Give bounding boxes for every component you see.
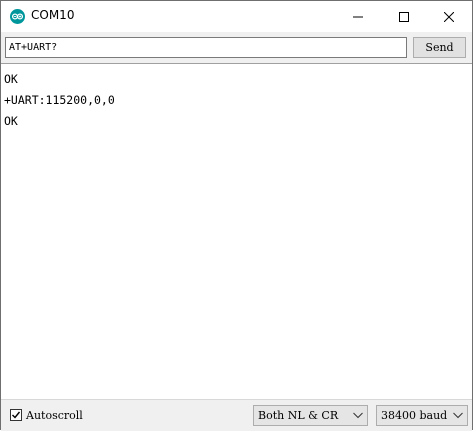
baud-rate-value: 38400 baud (381, 409, 448, 422)
serial-output[interactable]: OK +UART:115200,0,0 OK (1, 63, 472, 399)
maximize-button[interactable] (381, 1, 427, 32)
window-title: COM10 (31, 8, 75, 22)
autoscroll-toggle[interactable]: Autoscroll (10, 408, 83, 422)
minimize-icon (353, 16, 363, 17)
output-line: OK (4, 114, 18, 128)
close-icon (444, 11, 454, 22)
checkmark-icon (12, 411, 21, 419)
close-button[interactable] (426, 1, 472, 32)
minimize-button[interactable] (335, 1, 381, 32)
line-ending-select[interactable]: Both NL & CR (253, 405, 368, 426)
output-line: +UART:115200,0,0 (4, 93, 115, 107)
maximize-icon (399, 11, 409, 22)
output-line: OK (4, 72, 18, 86)
chevron-down-icon (453, 412, 463, 419)
send-bar: Send (1, 32, 472, 63)
title-bar[interactable]: COM10 (1, 1, 472, 32)
command-input[interactable] (5, 37, 407, 58)
baud-rate-select[interactable]: 38400 baud (376, 405, 468, 426)
line-ending-value: Both NL & CR (258, 409, 339, 422)
arduino-logo-icon (10, 9, 25, 24)
footer-bar: Autoscroll Both NL & CR 38400 baud (1, 399, 472, 431)
chevron-down-icon (353, 412, 363, 419)
serial-monitor-window: COM10 Send OK +UART:115200,0,0 OK (0, 0, 473, 431)
autoscroll-label: Autoscroll (26, 408, 83, 422)
autoscroll-checkbox[interactable] (10, 409, 22, 421)
send-button[interactable]: Send (413, 37, 466, 58)
